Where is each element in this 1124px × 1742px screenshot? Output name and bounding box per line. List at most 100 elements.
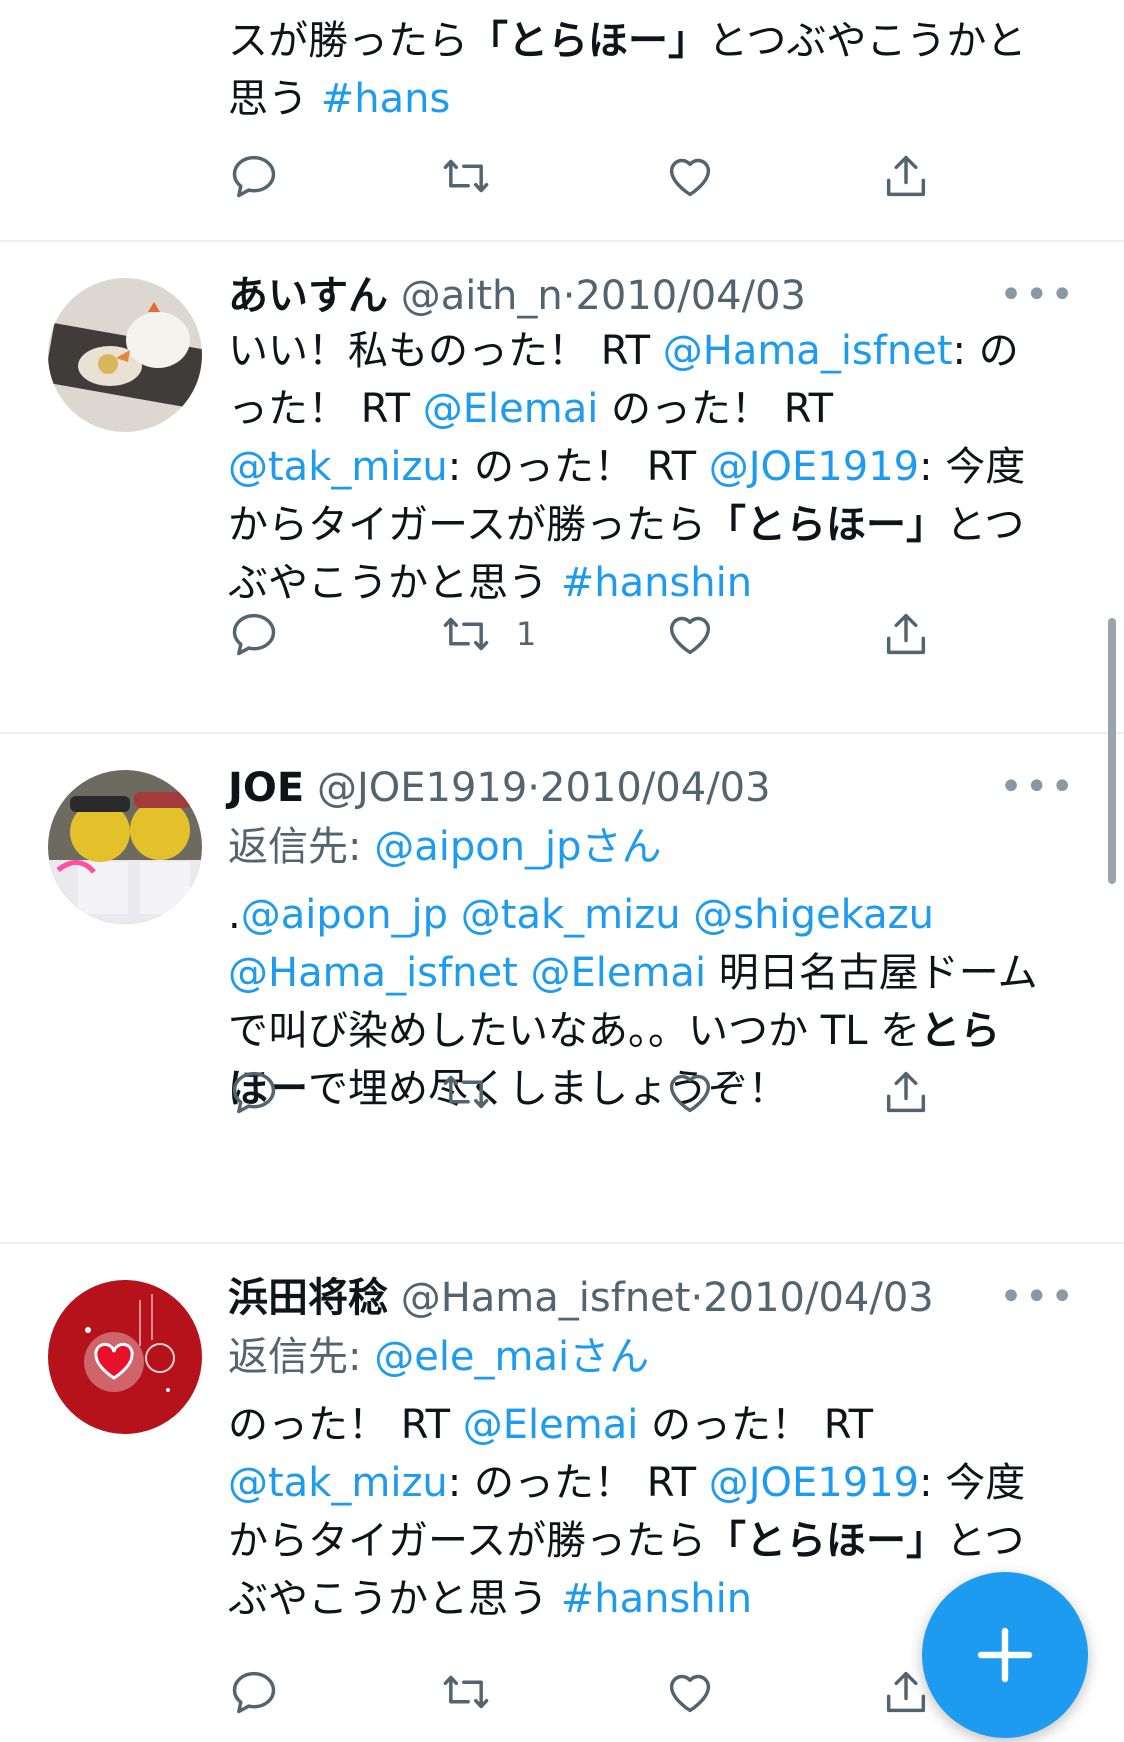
display-name[interactable]: 浜田将稔 [228, 1275, 388, 1321]
text-run: : のった！ RT [447, 444, 709, 490]
reply-to-line: 返信先: @ele_maiさん [228, 1328, 1078, 1386]
heart-icon [669, 1674, 711, 1713]
reply-to-handle[interactable]: @ele_mai [374, 1334, 569, 1380]
hashtag-link[interactable]: #hans [321, 76, 451, 122]
reply-button[interactable] [228, 148, 280, 204]
reply-icon [232, 1671, 276, 1714]
reply-button[interactable] [228, 1664, 280, 1720]
like-button[interactable] [664, 606, 716, 662]
hashtag-link[interactable]: #hanshin [561, 560, 752, 606]
avatar-image [48, 770, 202, 924]
share-button[interactable] [880, 606, 932, 662]
retweet-icon [443, 1075, 489, 1109]
bold-text: とら [920, 1008, 1001, 1054]
text-run: : 今度 [919, 1460, 1026, 1506]
reply-to-suffix: さん [569, 1334, 650, 1380]
user-handle[interactable]: @JOE1919 [317, 765, 527, 811]
text-run: スが勝ったら [228, 18, 468, 64]
separator-dot: · [690, 1275, 704, 1321]
text-run: からタイガースが勝ったら [228, 502, 706, 548]
like-button[interactable] [664, 148, 716, 204]
separator-dot: · [527, 765, 541, 811]
heart-icon [669, 158, 711, 197]
tweet-actions [228, 1064, 1008, 1120]
text-run: 明日名古屋ドーム [706, 950, 1038, 996]
mention-link[interactable]: @tak_mizu [228, 1460, 448, 1506]
reply-to-handle[interactable]: @aipon_jp [374, 824, 581, 870]
heart-icon [669, 1074, 711, 1113]
avatar[interactable] [48, 278, 202, 432]
retweet-icon [443, 617, 489, 651]
reply-to-line: 返信先: @aipon_jpさん [228, 818, 1078, 876]
heart-icon [669, 616, 711, 655]
scrollbar[interactable] [1108, 618, 1116, 884]
mention-link[interactable]: @JOE1919 [709, 1460, 919, 1506]
mention-link[interactable]: @Hama_isfnet [228, 950, 518, 996]
reply-icon [232, 1071, 276, 1114]
text-run: いい！私ものった！ RT [228, 328, 663, 374]
tweet-date[interactable]: 2010/04/03 [703, 1275, 934, 1321]
more-options-button[interactable]: ••• [999, 1274, 1076, 1320]
tweet-actions [228, 1664, 1008, 1720]
reply-button[interactable] [228, 1064, 280, 1120]
reply-icon [232, 613, 276, 656]
reply-to-label: 返信先: [228, 824, 375, 870]
text-run: で叫び染めしたいなあ。。いつか TL を [228, 1008, 921, 1054]
retweet-button[interactable] [440, 1664, 516, 1720]
mention-link[interactable]: @Elemai [530, 950, 706, 996]
separator-dot: · [562, 273, 576, 319]
mention-link[interactable]: @JOE1919 [709, 444, 919, 490]
retweet-button[interactable] [440, 148, 516, 204]
avatar-image [48, 1280, 202, 1434]
tweet-date[interactable]: 2010/04/03 [575, 273, 806, 319]
tweet[interactable]: スが勝ったら「とらほー」とつぶやこうかと 思う #hans [0, 0, 1124, 242]
avatar[interactable] [48, 770, 202, 924]
mention-link[interactable]: @Hama_isfnet [663, 328, 953, 374]
bold-text: 「とらほー」 [706, 502, 946, 548]
tweet-header: JOE @JOE1919·2010/04/03 [228, 758, 1078, 818]
bold-text: 「とらほー」 [706, 1518, 946, 1564]
bold-text: 「とらほー」 [468, 18, 708, 64]
tweet[interactable]: あいすん @aith_n·2010/04/03 いい！私ものった！ RT @Ha… [0, 242, 1124, 732]
like-button[interactable] [664, 1064, 716, 1120]
share-icon [886, 155, 926, 197]
share-button[interactable] [880, 1064, 932, 1120]
mention-link[interactable]: @aipon_jp [241, 892, 448, 938]
retweet-button[interactable]: 1 [440, 606, 536, 662]
tweet-actions [228, 148, 1008, 204]
retweet-button[interactable] [440, 1064, 516, 1120]
text-run: からタイガースが勝ったら [228, 1518, 706, 1564]
compose-tweet-button[interactable] [922, 1572, 1088, 1738]
tweet-header: 浜田将稔 @Hama_isfnet·2010/04/03 [228, 1268, 1078, 1328]
mention-link[interactable]: @Elemai [463, 1402, 639, 1448]
tweet-actions: 1 [228, 606, 1008, 662]
text-run [681, 892, 694, 938]
text-run: のった！ RT [638, 1402, 874, 1448]
text-run [448, 892, 461, 938]
display-name[interactable]: JOE [228, 765, 304, 811]
avatar[interactable] [48, 1280, 202, 1434]
retweet-count: 1 [516, 615, 537, 653]
tweet[interactable]: JOE @JOE1919·2010/04/03 返信先: @aipon_jpさん… [0, 734, 1124, 1242]
like-button[interactable] [664, 1664, 716, 1720]
text-run: ぶやこうかと思う [228, 1576, 561, 1622]
mention-link[interactable]: @tak_mizu [228, 444, 448, 490]
display-name[interactable]: あいすん [228, 273, 388, 319]
mention-link[interactable]: @shigekazu [693, 892, 934, 938]
text-run: : のった！ RT [447, 1460, 709, 1506]
text-run: のった！ RT [228, 1402, 463, 1448]
more-options-button[interactable]: ••• [999, 272, 1076, 318]
mention-link[interactable]: @Elemai [423, 386, 599, 432]
more-options-button[interactable]: ••• [999, 764, 1076, 810]
plus-icon [977, 1627, 1033, 1683]
share-button[interactable] [880, 148, 932, 204]
text-run: : 今度 [919, 444, 1026, 490]
user-handle[interactable]: @Hama_isfnet [401, 1275, 691, 1321]
tweet-date[interactable]: 2010/04/03 [540, 765, 771, 811]
mention-link[interactable]: @tak_mizu [461, 892, 681, 938]
user-handle[interactable]: @aith_n [401, 273, 563, 319]
avatar-image [48, 278, 202, 432]
hashtag-link[interactable]: #hanshin [561, 1576, 752, 1622]
text-run: : の [952, 328, 1019, 374]
reply-button[interactable] [228, 606, 280, 662]
